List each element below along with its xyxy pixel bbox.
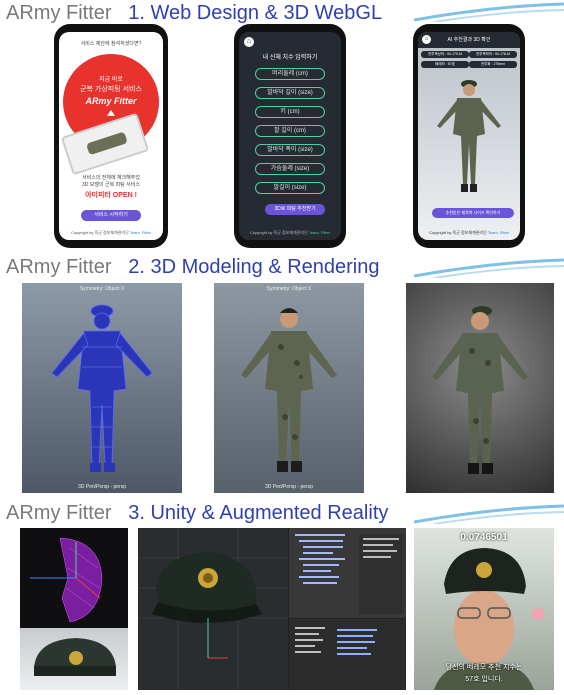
ar-subtitle-1: 당신의 베레모 추천 치수는 — [445, 664, 523, 671]
foot-width-field[interactable]: 발바닥 폭이 (size) — [255, 144, 325, 156]
brand-label: ARmy Fitter — [6, 2, 112, 24]
section-heading: 2. 3D Modeling & Rendering — [128, 256, 380, 278]
phone-mockup-measurements: ⌂ 내 신체 치수 입력하기 머리둘레 (cm) 발바닥 길이 (size) 키… — [234, 24, 346, 248]
banner-line1: 지금 바로 — [99, 77, 123, 83]
result-chip-boots: 전투화 : 275mm — [469, 61, 517, 68]
height-field[interactable]: 키 (cm) — [255, 106, 325, 118]
result-chip-top: 전투복상의 : 90-175-M — [421, 51, 469, 58]
footer-team: Team. Fitter — [308, 230, 331, 235]
footer-team: Team. Fitter — [129, 230, 152, 235]
project-files-icon — [295, 627, 377, 655]
foot-length-field[interactable]: 발바닥 길이 (size) — [255, 87, 325, 99]
textured-soldier — [241, 308, 337, 472]
arrow-up-icon — [107, 110, 115, 116]
result-header: ⌂ AI 추천결과 3D 확인 — [418, 32, 520, 48]
viewport-caption: 3D Peri/Persp - persp — [77, 484, 127, 490]
wireframe-render: Symmetry: Object X 3D Peri/Persp - persp — [22, 283, 182, 493]
scene-view[interactable] — [138, 528, 288, 690]
body-text-2: 3D 모델의 군복 피팅 서비스 — [82, 182, 140, 188]
viewport-caption: Symmetry: Object X — [79, 286, 125, 292]
banner-brand: ARmy Fitter — [85, 96, 137, 106]
rendered-soldier — [432, 306, 528, 474]
result-chip-bottom: 전투복하의 : 90-178-M — [469, 51, 517, 58]
beret-preview — [20, 628, 128, 690]
footer-copyright: Copyright by 육군 정보체계관리단 — [249, 230, 309, 235]
footer-text: Copyright by 육군 정보체계관리단 Team. Fitter — [59, 230, 163, 236]
viewport-caption: 3D Peri/Persp - persp — [264, 484, 314, 490]
get-fitting-button[interactable]: 3D로 피팅 추천받기 — [265, 204, 325, 215]
footer-text: Copyright by 육군 정보체계관리단 Team. Fitter — [239, 230, 341, 236]
arm-length-field[interactable]: 팔 길이 (cm) — [255, 125, 325, 137]
open-label: 아미피터 OPEN ! — [85, 192, 137, 199]
section-title-ar: ARmy Fitter 3. Unity & Augmented Reality — [6, 502, 388, 525]
cap-model-icon — [138, 528, 288, 690]
banner-line2: 군복 가상피팅 서비스 — [80, 86, 142, 93]
result-chip-beret: 베레모 : 57호 — [421, 61, 469, 68]
swoosh-decoration — [414, 504, 564, 524]
phone-mockup-results: ⌂ AI 추천결과 3D 확인 전투복상의 : 90-175-M 전투복하의 :… — [413, 24, 525, 248]
intro-text: 서비스 제안에 참석하셨다면? — [80, 41, 142, 47]
wireframe-soldier — [51, 304, 153, 472]
swoosh-decoration — [414, 258, 564, 278]
result-heading: AI 추천결과 3D 확인 — [447, 37, 491, 43]
ar-camera-view: 0.0746501 당신의 베레모 추천 치수는 57호 입니다. — [414, 528, 554, 690]
unity-editor — [138, 528, 406, 690]
section-title-web: ARmy Fitter 1. Web Design & 3D WebGL — [6, 2, 382, 25]
home-icon[interactable]: ⌂ — [244, 37, 254, 47]
soldier-3d-model — [437, 80, 501, 192]
project-panel[interactable] — [288, 618, 406, 690]
footer-copyright: Copyright by 육군 정보체계관리단 — [428, 230, 488, 235]
textured-render: Symmetry: Object X 3D Peri/Persp - persp — [214, 283, 364, 493]
section-heading: 3. Unity & Augmented Reality — [128, 502, 389, 524]
footer-text: Copyright by 육군 정보체계관리단 Team. Fitter — [418, 230, 520, 236]
footer-team: Team. Fitter — [487, 230, 510, 235]
fit-score: 0.0746501 — [460, 532, 508, 543]
face-mesh-view — [20, 528, 128, 690]
foot-size-field[interactable]: 발길이 (size) — [255, 182, 325, 194]
body-text-1: 서비스의 전체에 체크해주었 — [82, 175, 140, 181]
beret-icon — [34, 638, 116, 676]
face-mesh-icon — [30, 537, 103, 623]
phone-mockup-landing: 서비스 제안에 참석하셨다면? 지금 바로 군복 가상피팅 서비스 ARmy F… — [54, 24, 168, 248]
ar-subtitle-2: 57호 입니다. — [465, 676, 503, 683]
start-service-button[interactable]: 서비스 시작하기 — [81, 210, 141, 221]
head-circumference-field[interactable]: 머리둘레 (cm) — [255, 68, 325, 80]
form-heading: 내 신체 치수 입력하기 — [262, 55, 318, 61]
hierarchy-panel[interactable] — [288, 528, 406, 618]
brand-label: ARmy Fitter — [6, 256, 112, 278]
chest-field[interactable]: 가슴둘레 (size) — [255, 163, 325, 175]
hierarchy-list-icon — [295, 534, 403, 614]
viewport-caption: Symmetry: Object X — [266, 286, 312, 292]
section-heading: 1. Web Design & 3D WebGL — [128, 2, 383, 24]
section-title-modeling: ARmy Fitter 2. 3D Modeling & Rendering — [6, 256, 380, 279]
final-render — [406, 283, 554, 493]
swoosh-decoration — [414, 2, 564, 22]
footer-copyright: Copyright by 육군 정보체계관리단 — [70, 230, 130, 235]
check-size-button[interactable]: 추천받은 체육복 사이즈 확인하기 — [432, 208, 514, 218]
brand-label: ARmy Fitter — [6, 502, 112, 524]
